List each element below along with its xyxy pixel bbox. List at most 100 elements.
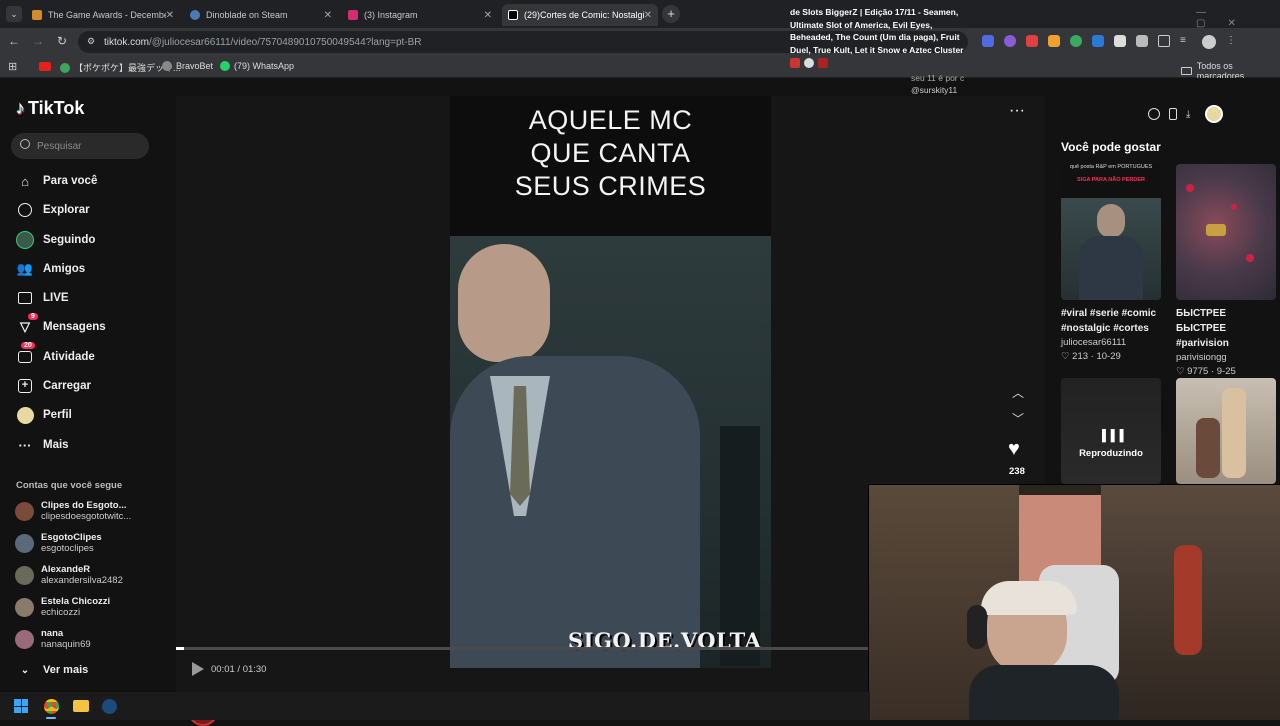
webcam-person-cap	[981, 581, 1077, 615]
previous-video-chevron-up-icon[interactable]: ︿	[1012, 384, 1024, 401]
account-name: AlexandeR	[41, 564, 91, 575]
alert-line: Duel, True Kult, Let it Snow e Aztec Clu…	[790, 44, 964, 55]
card-username[interactable]: parivisiongg	[1176, 351, 1276, 365]
see-more-button[interactable]: ⌄ Ver mais	[16, 659, 88, 681]
extension-icon[interactable]	[1114, 35, 1126, 47]
alert-line: de Slots BiggerZ | Edição 17/11 - Seamen…	[790, 7, 959, 17]
followed-account[interactable]: Estela Chicozzi echicozzi	[15, 593, 110, 621]
separator: ·	[1210, 366, 1215, 377]
more-options-icon[interactable]: ···	[1009, 102, 1025, 120]
tab-title: Dinoblade on Steam	[206, 10, 288, 20]
card-caption: #viral #serie #comic #nostalgic #cortes	[1061, 308, 1157, 334]
followed-account[interactable]: EsgotoClipes esgotoclipes	[15, 529, 102, 557]
play-icon[interactable]	[192, 662, 204, 676]
recommendation-card[interactable]: quê posta R&P em PORTUGUÊS SIGA PARA NÃO…	[1061, 164, 1161, 364]
windows-start-icon[interactable]	[14, 699, 28, 713]
recommendation-card[interactable]	[1176, 378, 1276, 484]
recommendation-card-playing[interactable]: ▌▌▌ Reproduzindo	[1061, 378, 1161, 484]
caption-line: SEUS CRIMES	[514, 171, 707, 201]
video-progress-bar[interactable]	[176, 647, 868, 650]
see-more-label: Ver mais	[43, 664, 89, 676]
tiktok-favicon-icon	[508, 10, 518, 20]
steam-taskbar-icon[interactable]	[102, 699, 117, 714]
forward-arrow-icon[interactable]: →	[32, 34, 44, 48]
avatar	[15, 597, 34, 617]
nav-item-mais[interactable]: ··· Mais	[16, 434, 69, 456]
like-heart-icon[interactable]: ♥	[1008, 438, 1020, 461]
device-icon[interactable]	[1169, 108, 1177, 120]
explorer-taskbar-icon[interactable]	[73, 700, 89, 712]
recommendation-card[interactable]: БЫСТРЕЕ БЫСТРЕЕ #parivision parivisiongg…	[1176, 164, 1276, 379]
nav-item-perfil[interactable]: Perfil	[16, 404, 72, 426]
extension-icon[interactable]	[1092, 35, 1104, 47]
browser-tab[interactable]: Dinoblade on Steam ✕	[184, 4, 338, 26]
search-input[interactable]: Pesquisar	[11, 133, 149, 159]
nav-item-para-voce[interactable]: ⌂ Para você	[16, 170, 97, 192]
back-arrow-icon[interactable]: ←	[8, 34, 20, 48]
media-icon[interactable]: ≡	[1180, 35, 1192, 47]
extension-icon[interactable]	[1048, 35, 1060, 47]
bookmark-label: (79) WhatsApp	[234, 61, 295, 71]
bookmark-label: BravoBet	[176, 61, 214, 71]
nav-item-carregar[interactable]: + Carregar	[16, 375, 91, 397]
nav-label: Mensagens	[43, 321, 106, 333]
nav-label: Seguindo	[43, 234, 96, 246]
chrome-taskbar-icon[interactable]	[44, 699, 59, 714]
progress-fill	[176, 647, 184, 650]
activity-icon	[16, 348, 34, 366]
nav-label: Atividade	[43, 351, 95, 363]
browser-tab[interactable]: (3) Instagram ✕	[342, 4, 498, 26]
extension-icon[interactable]	[1004, 35, 1016, 47]
new-tab-button[interactable]: +	[662, 5, 680, 23]
card-username[interactable]: juliocesar66111	[1061, 336, 1161, 350]
compass-icon	[16, 201, 34, 219]
bookmark-item[interactable]: (79) WhatsApp	[220, 61, 294, 71]
user-avatar[interactable]	[1205, 105, 1224, 123]
tab-close-icon[interactable]: ✕	[644, 10, 652, 21]
extension-icon[interactable]	[982, 35, 994, 47]
next-video-chevron-down-icon[interactable]: ﹀	[1012, 410, 1024, 427]
tiktok-logo[interactable]: ♪ TikTok	[16, 98, 84, 119]
nav-item-explorar[interactable]: Explorar	[16, 199, 90, 221]
browser-tab-bar: ⌄ The Game Awards - December ✕ Dinoblade…	[0, 0, 1280, 29]
followed-account[interactable]: AlexandeR alexandersilva2482	[15, 561, 123, 589]
tab-close-icon[interactable]: ✕	[166, 10, 174, 21]
menu-kebab-icon[interactable]: ⋮	[1226, 35, 1238, 47]
sidebar: ♪ TikTok Pesquisar ⌂ Para você Explorar …	[0, 78, 170, 692]
video-frame[interactable]: AQUELE MC QUE CANTA SEUS CRIMES SIGO.DE.…	[450, 96, 771, 668]
thumb-overlay-red-text: SIGA PARA NÃO PERDER	[1077, 177, 1145, 183]
youtube-bookmark-icon[interactable]	[39, 62, 51, 71]
download-icon[interactable]: ⤓	[1186, 109, 1190, 120]
alert-meta: seu 11 é por c	[911, 73, 965, 83]
account-handle: alexandersilva2482	[41, 575, 123, 586]
nav-item-mensagens[interactable]: ▽ Mensagens 9	[16, 313, 106, 338]
tab-search-icon[interactable]: ⌄	[6, 6, 22, 22]
nav-item-amigos[interactable]: 👥 Amigos	[16, 258, 85, 280]
nav-item-atividade[interactable]: Atividade 20	[16, 342, 95, 368]
tab-title: (3) Instagram	[364, 10, 418, 20]
site-info-icon[interactable]: ⚙	[87, 36, 95, 47]
nav-item-live[interactable]: LIVE	[16, 287, 69, 309]
profile-avatar-icon[interactable]	[1202, 35, 1216, 49]
nav-item-seguindo[interactable]: Seguindo	[16, 229, 95, 251]
like-count: 238	[1009, 466, 1025, 477]
apps-grid-icon[interactable]: ⊞	[8, 60, 17, 73]
extension-icon[interactable]	[1136, 35, 1148, 47]
browser-tab-active[interactable]: (29)Cortes de Comic: Nostalgia ✕	[502, 4, 658, 26]
alert-line: Ultimate Slot of America, Evil Eyes,	[790, 19, 933, 30]
extension-icon[interactable]	[1026, 35, 1038, 47]
tab-close-icon[interactable]: ✕	[324, 10, 332, 21]
video-time: 00:01 / 01:30	[211, 664, 267, 675]
coin-icon[interactable]	[1148, 108, 1160, 120]
browser-tab[interactable]: The Game Awards - December ✕	[26, 4, 180, 26]
account-name: Clipes do Esgoto...	[41, 500, 127, 511]
tab-close-icon[interactable]: ✕	[484, 10, 492, 21]
puzzle-icon[interactable]	[1158, 35, 1170, 47]
followed-account[interactable]: Clipes do Esgoto... clipesdoesgototwitc..…	[15, 497, 131, 525]
account-handle: nanaquin69	[41, 639, 91, 650]
reload-icon[interactable]: ↻	[57, 34, 67, 48]
extension-icon[interactable]	[1070, 35, 1082, 47]
followed-account[interactable]: nana nanaquin69	[15, 625, 91, 653]
activity-badge: 20	[21, 342, 35, 349]
bookmark-item[interactable]: BravoBet	[162, 61, 213, 71]
